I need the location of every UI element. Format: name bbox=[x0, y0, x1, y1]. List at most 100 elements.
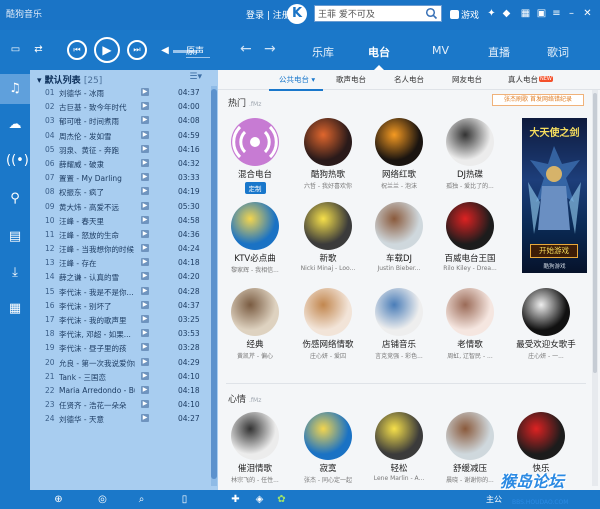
station-card[interactable]: 轻松 Lene Marlin - A... bbox=[364, 412, 434, 482]
gift-icon[interactable]: ✦ bbox=[486, 8, 497, 19]
mv-icon[interactable]: ▶ bbox=[141, 371, 149, 380]
song-row[interactable]: 02 古巨基 - 致今年时代 ▶ 04:00 bbox=[30, 100, 210, 114]
playlist-header[interactable]: ▾ 默认列表 [25] ☰▾ bbox=[30, 70, 218, 86]
song-row[interactable]: 18 李代沫, 邓超 - 如果... ▶ 03:53 bbox=[30, 327, 210, 341]
station-card[interactable]: 快乐 bbox=[506, 412, 576, 475]
content-scroll-thumb[interactable] bbox=[593, 93, 597, 373]
subtab-public-radio[interactable]: 公共电台 ▾ bbox=[268, 74, 324, 91]
sound-mode-select[interactable]: 原声 bbox=[186, 44, 210, 58]
song-row[interactable]: 05 羽泉、黄征 - 奔跑 ▶ 04:16 bbox=[30, 143, 210, 157]
mv-icon[interactable]: ▶ bbox=[141, 102, 149, 111]
station-card[interactable]: 车载DJ Justin Bieber... bbox=[364, 202, 434, 272]
mv-icon[interactable]: ▶ bbox=[141, 329, 149, 338]
volume-icon[interactable]: ◀ bbox=[160, 45, 170, 56]
playlist-scroll-thumb[interactable] bbox=[211, 89, 217, 479]
cover-icon[interactable]: ▭ bbox=[10, 44, 21, 55]
mv-icon[interactable]: ▶ bbox=[141, 201, 149, 210]
song-row[interactable]: 20 允良 - 第一次我说爱你的时候 ▶ 04:29 bbox=[30, 356, 210, 370]
song-row[interactable]: 07 置置 - My Darling ▶ 03:33 bbox=[30, 171, 210, 185]
login-link[interactable]: 登录 | 注册 bbox=[246, 8, 291, 21]
song-row[interactable]: 13 汪峰 - 存在 ▶ 04:18 bbox=[30, 256, 210, 270]
subtab-singer-radio[interactable]: 歌声电台 bbox=[336, 74, 366, 85]
station-card[interactable]: 寂寞 张杰 - 同心定一起 bbox=[293, 412, 363, 484]
apps-icon[interactable]: ▦ bbox=[520, 8, 531, 19]
tab-lyrics[interactable]: 歌词 bbox=[547, 44, 569, 60]
back-arrow-icon[interactable]: ← bbox=[240, 41, 252, 57]
mv-icon[interactable]: ▶ bbox=[141, 400, 149, 409]
app-grid-icon[interactable]: ▦ bbox=[6, 300, 24, 318]
station-card[interactable]: 经典 黄凯芹 - 偏心 bbox=[220, 288, 290, 360]
subtab-real-radio[interactable]: 真人电台 NEW bbox=[508, 74, 553, 85]
calendar-icon[interactable]: ▤ bbox=[6, 228, 24, 246]
music-note-icon[interactable]: ♫ bbox=[0, 74, 30, 104]
radio-signal-icon[interactable]: ((•)) bbox=[6, 152, 34, 170]
cloud-icon[interactable]: ☁ bbox=[6, 116, 24, 134]
mv-icon[interactable]: ▶ bbox=[141, 385, 149, 394]
mv-icon[interactable]: ▶ bbox=[141, 272, 149, 281]
skin-small-icon[interactable]: ◈ bbox=[253, 493, 266, 506]
mv-icon[interactable]: ▶ bbox=[141, 130, 149, 139]
flower-icon[interactable]: ✿ bbox=[275, 493, 288, 506]
mv-icon[interactable]: ▶ bbox=[141, 215, 149, 224]
song-row[interactable]: 03 郁可唯 - 时间煮雨 ▶ 04:08 bbox=[30, 114, 210, 128]
mv-icon[interactable]: ▶ bbox=[141, 286, 149, 295]
station-cover[interactable] bbox=[517, 412, 565, 460]
song-row[interactable]: 23 任贤齐 - 浩花一朵朵 ▶ 04:10 bbox=[30, 398, 210, 412]
mv-icon[interactable]: ▶ bbox=[141, 357, 149, 366]
search-input[interactable] bbox=[315, 6, 423, 21]
menu-icon[interactable]: ≡ bbox=[551, 8, 562, 19]
song-row[interactable]: 19 李代沫 - 昼子里的孩 ▶ 03:28 bbox=[30, 341, 210, 355]
mv-icon[interactable]: ▶ bbox=[141, 116, 149, 125]
mv-icon[interactable]: ▶ bbox=[141, 414, 149, 423]
mv-icon[interactable]: ▶ bbox=[141, 187, 149, 196]
gamepad-small-icon[interactable]: ✚ bbox=[229, 493, 242, 506]
kugou-logo-icon[interactable]: K bbox=[287, 4, 307, 24]
playlist-scrollbar[interactable] bbox=[211, 86, 217, 486]
play-button[interactable]: ▶ bbox=[94, 37, 120, 63]
mv-icon[interactable]: ▶ bbox=[141, 315, 149, 323]
song-row[interactable]: 17 李代沫 - 我的歌声里 ▶ 03:25 bbox=[30, 313, 210, 327]
ad-start-game-button[interactable]: 开始游戏 bbox=[530, 244, 578, 258]
close-icon[interactable]: ✕ bbox=[582, 8, 593, 19]
station-cover[interactable] bbox=[304, 288, 352, 336]
song-row[interactable]: 01 刘德华 - 冰雨 ▶ 04:37 bbox=[30, 86, 210, 100]
mv-icon[interactable]: ▶ bbox=[141, 300, 149, 309]
station-cover[interactable] bbox=[446, 202, 494, 250]
minimize-icon[interactable]: – bbox=[566, 8, 577, 19]
mv-icon[interactable]: ▶ bbox=[141, 88, 149, 96]
tab-live[interactable]: 直播 bbox=[488, 44, 510, 60]
station-cover[interactable] bbox=[375, 412, 423, 460]
station-card[interactable]: 混合电台 定制 bbox=[220, 118, 290, 194]
subtab-user-radio[interactable]: 网友电台 bbox=[452, 74, 482, 85]
station-card[interactable]: 网络红歌 祝兰兰 - 泡沫 bbox=[364, 118, 434, 190]
location-icon[interactable]: ⚲ bbox=[6, 190, 24, 208]
station-cover[interactable] bbox=[231, 288, 279, 336]
station-card[interactable]: KTV必点曲 黎家辉 - 我相信... bbox=[220, 202, 290, 274]
station-card[interactable]: DJ热碟 孤独 - 爱比了的... bbox=[435, 118, 505, 190]
station-cover[interactable] bbox=[304, 118, 352, 166]
mv-icon[interactable]: ▶ bbox=[141, 343, 149, 352]
tab-music-library[interactable]: 乐库 bbox=[312, 44, 334, 60]
skin-icon[interactable]: ◆ bbox=[501, 8, 512, 19]
station-cover[interactable] bbox=[446, 288, 494, 336]
mv-icon[interactable]: ▶ bbox=[141, 158, 149, 167]
subtab-celebrity-radio[interactable]: 名人电台 bbox=[394, 74, 424, 85]
station-card[interactable]: 老情歌 周虹, 辽智民 - ... bbox=[435, 288, 505, 360]
add-icon[interactable]: ⊕ bbox=[52, 493, 65, 506]
station-card[interactable]: 店铺音乐 言克竞强 - 彩色... bbox=[364, 288, 434, 360]
station-cover[interactable] bbox=[231, 202, 279, 250]
next-button[interactable]: ⏭ bbox=[127, 40, 147, 60]
song-row[interactable]: 10 汪峰 - 春天里 ▶ 04:58 bbox=[30, 214, 210, 228]
song-row[interactable]: 06 薛耀威 - 破隶 ▶ 04:32 bbox=[30, 157, 210, 171]
previous-button[interactable]: ⏮ bbox=[67, 40, 87, 60]
station-cover[interactable] bbox=[446, 118, 494, 166]
mv-icon[interactable]: ▶ bbox=[141, 144, 149, 153]
custom-badge[interactable]: 定制 bbox=[244, 182, 266, 194]
station-card[interactable]: 伤感网络情歌 庄心妍 - 爱囚 bbox=[293, 288, 363, 360]
forward-arrow-icon[interactable]: → bbox=[264, 41, 276, 57]
game-ad-banner[interactable]: 大天使之剑 开始游戏 酷狗游戏 bbox=[522, 118, 587, 273]
station-cover[interactable] bbox=[375, 288, 423, 336]
station-card[interactable]: 酷狗热歌 六哲 - 我好喜欢你 bbox=[293, 118, 363, 190]
song-row[interactable]: 22 Maria Arredondo - Bu... ▶ 04:18 bbox=[30, 384, 210, 398]
song-row[interactable]: 04 周杰伦 - 发如雪 ▶ 04:59 bbox=[30, 129, 210, 143]
